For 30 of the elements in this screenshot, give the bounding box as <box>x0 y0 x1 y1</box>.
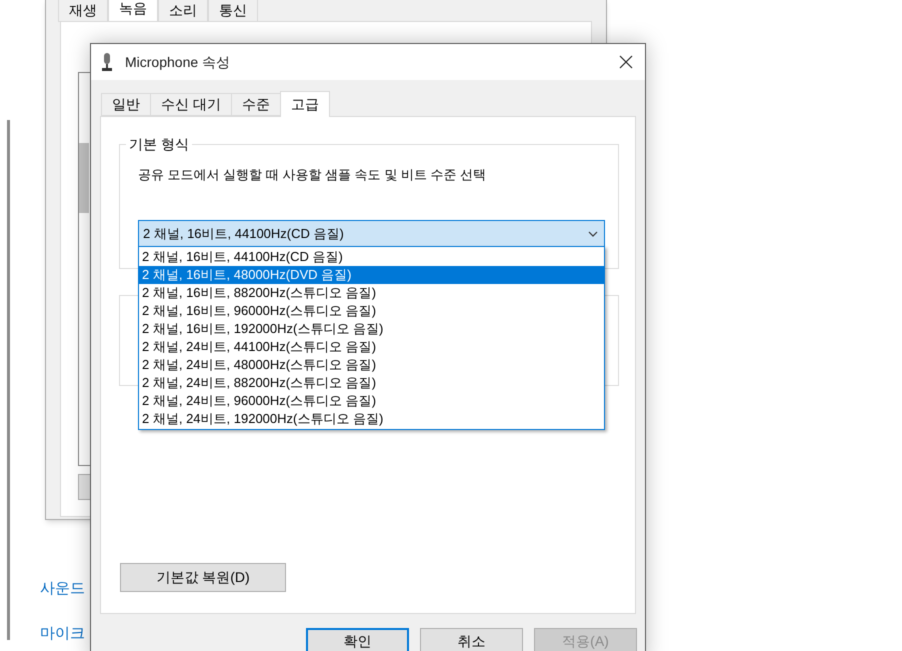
scrollbar-thumb <box>79 143 89 213</box>
microphone-icon <box>101 53 113 71</box>
restore-defaults-button[interactable]: 기본값 복원(D) <box>120 563 286 592</box>
format-dropdown[interactable]: 2 채널, 16비트, 44100Hz(CD 음질) <box>138 220 605 247</box>
settings-link[interactable]: 사운드 <box>40 578 85 600</box>
tab[interactable]: 소리 <box>158 0 208 22</box>
close-icon[interactable] <box>619 55 633 69</box>
dropdown-option[interactable]: 2 채널, 16비트, 44100Hz(CD 음질) <box>139 248 604 266</box>
dropdown-option[interactable]: 2 채널, 16비트, 88200Hz(스튜디오 음질) <box>139 284 604 302</box>
dialog-button[interactable]: 취소 <box>420 628 523 651</box>
dropdown-option[interactable]: 2 채널, 24비트, 96000Hz(스튜디오 음질) <box>139 392 604 410</box>
tab[interactable]: 재생 <box>58 0 108 22</box>
tab[interactable]: 녹음 <box>108 0 158 22</box>
dropdown-option[interactable]: 2 채널, 16비트, 192000Hz(스튜디오 음질) <box>139 320 604 338</box>
dropdown-option[interactable]: 2 채널, 24비트, 48000Hz(스튜디오 음질) <box>139 356 604 374</box>
tab[interactable]: 일반 <box>101 93 150 116</box>
dropdown-option[interactable]: 2 채널, 16비트, 96000Hz(스튜디오 음질) <box>139 302 604 320</box>
dropdown-option[interactable]: 2 채널, 24비트, 88200Hz(스튜디오 음질) <box>139 374 604 392</box>
description-text: 공유 모드에서 실행할 때 사용할 샘플 속도 및 비트 수준 선택 <box>138 166 486 184</box>
tab[interactable]: 통신 <box>208 0 258 22</box>
tab[interactable]: 고급 <box>280 91 330 117</box>
dropdown-option[interactable]: 2 채널, 24비트, 44100Hz(스튜디오 음질) <box>139 338 604 356</box>
tab[interactable]: 수신 대기 <box>150 93 231 116</box>
window-title: Microphone 속성 <box>125 52 230 72</box>
settings-link[interactable]: 마이크 <box>40 622 85 645</box>
tab[interactable]: 수준 <box>230 93 280 116</box>
dropdown-option[interactable]: 2 채널, 16비트, 48000Hz(DVD 음질) <box>139 266 604 284</box>
dropdown-option[interactable]: 2 채널, 24비트, 192000Hz(스튜디오 음질) <box>139 410 604 428</box>
dialog-button[interactable]: 확인 <box>306 628 409 651</box>
chevron-down-icon <box>588 230 598 236</box>
